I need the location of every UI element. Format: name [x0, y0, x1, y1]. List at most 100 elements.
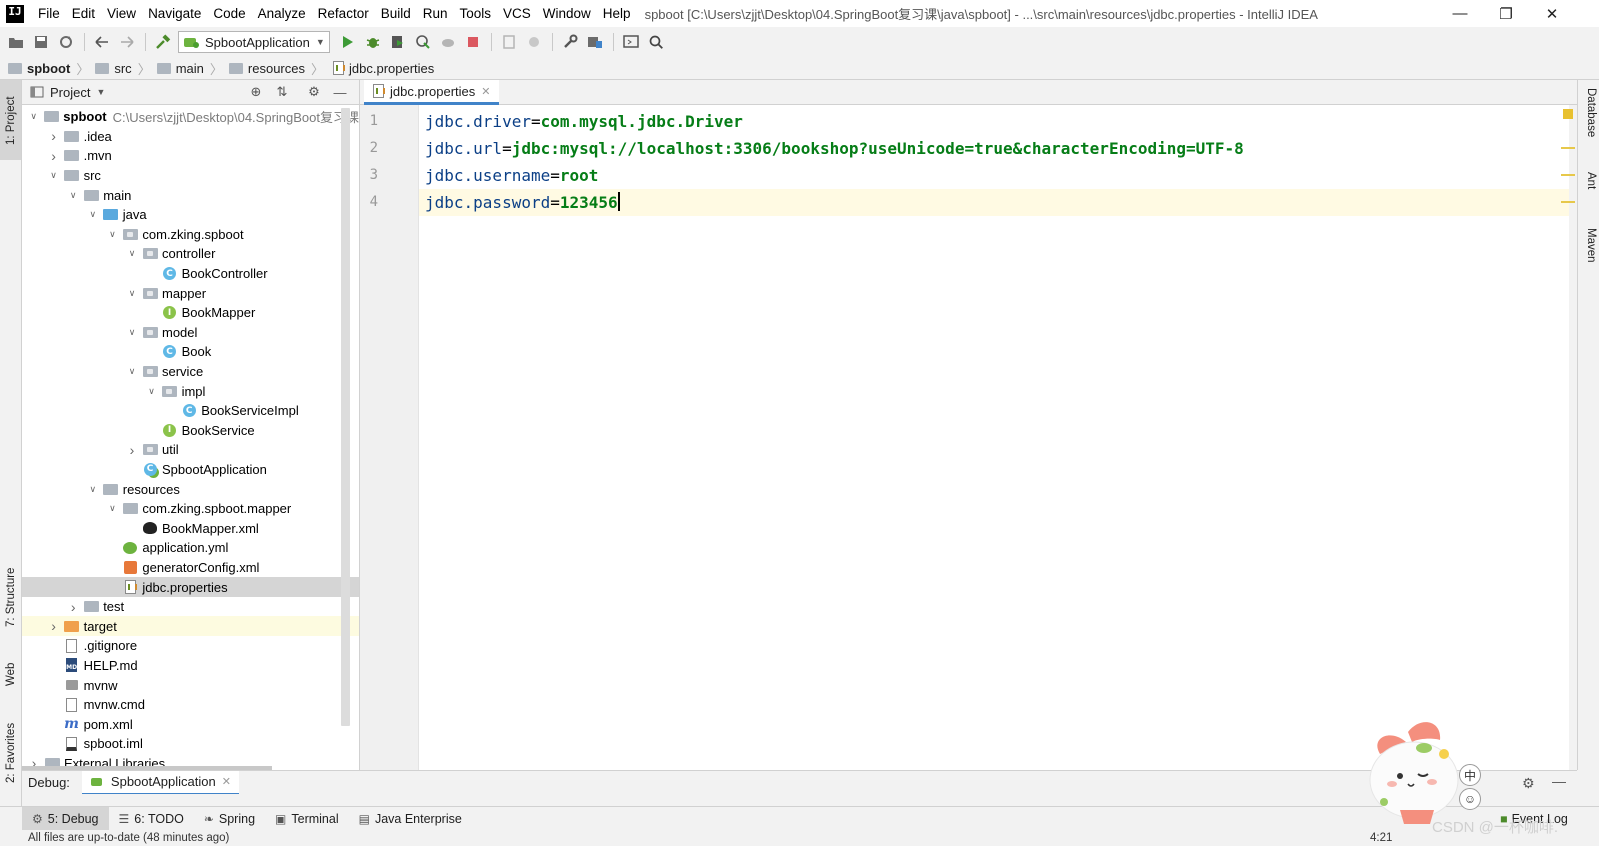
- tree-item[interactable]: C SpbootApplication: [22, 460, 359, 480]
- debug-icon[interactable]: [361, 30, 385, 54]
- project-vertical-scrollbar[interactable]: [341, 108, 350, 726]
- menu-analyze[interactable]: Analyze: [252, 6, 312, 21]
- code-line[interactable]: jdbc.username=root: [419, 162, 1569, 189]
- menu-refactor[interactable]: Refactor: [312, 6, 375, 21]
- menu-navigate[interactable]: Navigate: [142, 6, 207, 21]
- chevron-down-icon[interactable]: ∨: [106, 228, 118, 240]
- chevron-right-icon[interactable]: ›: [48, 128, 60, 144]
- tool-tab-spring[interactable]: ❧ Spring: [194, 807, 265, 831]
- tree-item[interactable]: ∨ com.zking.spboot.mapper: [22, 499, 359, 519]
- tree-item[interactable]: ∨ main: [22, 185, 359, 205]
- ime-chinese-badge-icon[interactable]: 中: [1459, 764, 1481, 786]
- code-line[interactable]: jdbc.url=jdbc:mysql://localhost:3306/boo…: [419, 135, 1569, 162]
- chevron-down-icon[interactable]: ∨: [67, 189, 79, 201]
- tree-item[interactable]: ∨ controller: [22, 244, 359, 264]
- sync-icon[interactable]: [54, 30, 78, 54]
- tree-item[interactable]: › target: [22, 616, 359, 637]
- tree-item[interactable]: › test: [22, 597, 359, 617]
- chevron-down-icon[interactable]: ∨: [126, 366, 138, 378]
- chevron-down-icon[interactable]: ∨: [28, 111, 39, 123]
- ant-tool-tab[interactable]: Ant: [1581, 172, 1597, 189]
- menu-help[interactable]: Help: [597, 6, 637, 21]
- tree-item[interactable]: ∨ java: [22, 205, 359, 225]
- code-line[interactable]: jdbc.driver=com.mysql.jdbc.Driver: [419, 108, 1569, 135]
- project-panel-title[interactable]: Project: [50, 85, 90, 100]
- locate-file-icon[interactable]: ⊕: [248, 84, 264, 100]
- menu-edit[interactable]: Edit: [66, 6, 101, 21]
- stop-icon[interactable]: [461, 30, 485, 54]
- tree-item[interactable]: ∨ impl: [22, 381, 359, 401]
- tree-item[interactable]: m pom.xml: [22, 714, 359, 734]
- breadcrumb-item-jdbc-properties[interactable]: jdbc.properties: [330, 61, 434, 76]
- code-line[interactable]: jdbc.password=123456: [419, 189, 1569, 216]
- run-icon[interactable]: [336, 30, 360, 54]
- tree-item[interactable]: generatorConfig.xml: [22, 558, 359, 578]
- tree-item[interactable]: spboot.iml: [22, 734, 359, 754]
- chevron-down-icon[interactable]: ▼: [96, 87, 105, 97]
- chevron-down-icon[interactable]: ∨: [126, 326, 138, 338]
- search-icon[interactable]: [644, 30, 668, 54]
- tree-item[interactable]: › .idea: [22, 127, 359, 147]
- breadcrumb-item-spboot[interactable]: spboot: [8, 61, 70, 76]
- presentation-icon[interactable]: [619, 30, 643, 54]
- tool-tab-terminal[interactable]: ▣ Terminal: [265, 807, 349, 831]
- chevron-down-icon[interactable]: ∨: [126, 248, 138, 260]
- chevron-down-icon[interactable]: ∨: [106, 503, 118, 515]
- close-tab-icon[interactable]: ✕: [222, 775, 231, 788]
- attach-debugger-icon[interactable]: [436, 30, 460, 54]
- chevron-right-icon[interactable]: ›: [126, 442, 138, 458]
- close-window-button[interactable]: ✕: [1529, 0, 1575, 27]
- error-stripe-marker[interactable]: [1561, 174, 1575, 176]
- settings-wrench-icon[interactable]: [558, 30, 582, 54]
- breadcrumb-item-resources[interactable]: resources: [228, 61, 305, 76]
- tree-item[interactable]: ∨ service: [22, 362, 359, 382]
- menu-build[interactable]: Build: [375, 6, 417, 21]
- minimize-panel-icon[interactable]: —: [1552, 773, 1566, 789]
- tree-item[interactable]: mvnw: [22, 675, 359, 695]
- tree-item[interactable]: ∨ mapper: [22, 283, 359, 303]
- tree-item[interactable]: ∨ spboot C:\Users\zjjt\Desktop\04.SpringBo…: [22, 107, 359, 127]
- build-hammer-icon[interactable]: [151, 30, 175, 54]
- code-editor[interactable]: jdbc.driver=com.mysql.jdbc.Driver jdbc.ur…: [419, 105, 1569, 770]
- profile-icon[interactable]: [411, 30, 435, 54]
- chevron-right-icon[interactable]: ›: [67, 599, 79, 615]
- tree-item[interactable]: jdbc.properties: [22, 577, 359, 597]
- tree-item[interactable]: I BookMapper: [22, 303, 359, 323]
- tree-item[interactable]: C BookController: [22, 264, 359, 284]
- web-tool-tab[interactable]: Web: [2, 652, 20, 696]
- tab-jdbc-properties[interactable]: jdbc.properties ✕: [364, 80, 499, 105]
- forward-arrow-icon[interactable]: [115, 30, 139, 54]
- gear-icon[interactable]: ⚙: [1522, 775, 1535, 792]
- open-icon[interactable]: [4, 30, 28, 54]
- tool-tab-5-debug[interactable]: ⚙ 5: Debug: [22, 806, 109, 831]
- tree-item[interactable]: MD HELP.md: [22, 656, 359, 676]
- breadcrumb-item-src[interactable]: src: [95, 61, 132, 76]
- minimize-button[interactable]: —: [1437, 0, 1483, 27]
- inspection-status-icon[interactable]: [1563, 109, 1573, 119]
- database-tool-tab[interactable]: Database: [1581, 88, 1597, 137]
- menu-code[interactable]: Code: [207, 6, 251, 21]
- tree-item[interactable]: › .mvn: [22, 146, 359, 166]
- tree-item[interactable]: BookMapper.xml: [22, 518, 359, 538]
- run-with-coverage-icon[interactable]: [386, 30, 410, 54]
- close-tab-icon[interactable]: ✕: [481, 85, 490, 98]
- chevron-down-icon[interactable]: ∨: [126, 287, 138, 299]
- tree-item[interactable]: C Book: [22, 342, 359, 362]
- tree-item[interactable]: application.yml: [22, 538, 359, 558]
- chevron-down-icon[interactable]: ∨: [87, 483, 99, 495]
- menu-window[interactable]: Window: [537, 6, 597, 21]
- tree-item[interactable]: › util: [22, 440, 359, 460]
- breadcrumb-item-main[interactable]: main: [156, 61, 204, 76]
- chevron-right-icon[interactable]: ›: [48, 618, 60, 634]
- back-arrow-icon[interactable]: [90, 30, 114, 54]
- menu-view[interactable]: View: [101, 6, 142, 21]
- chevron-down-icon[interactable]: ∨: [146, 385, 158, 397]
- tree-item[interactable]: ∨ src: [22, 166, 359, 186]
- menu-vcs[interactable]: VCS: [497, 6, 537, 21]
- menu-tools[interactable]: Tools: [454, 6, 498, 21]
- tree-item[interactable]: I BookService: [22, 421, 359, 441]
- ime-emoji-badge-icon[interactable]: ☺: [1459, 788, 1481, 810]
- tool-tab-6-todo[interactable]: ☰ 6: TODO: [109, 807, 194, 831]
- chevron-right-icon[interactable]: ›: [48, 148, 60, 164]
- chevron-down-icon[interactable]: ∨: [48, 170, 60, 182]
